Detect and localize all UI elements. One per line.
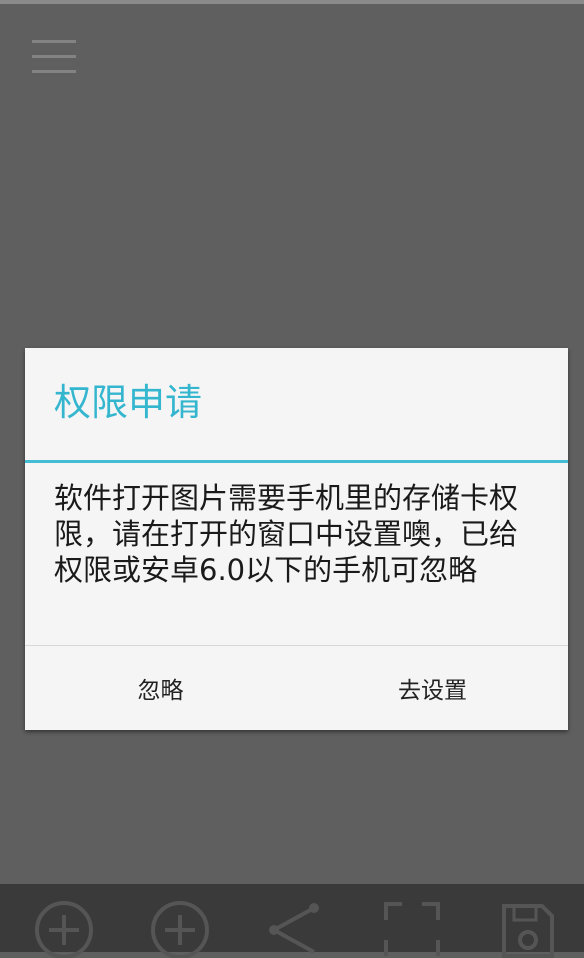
share-icon[interactable] [262,898,326,958]
ignore-button[interactable]: 忽略 [25,646,296,730]
save-icon[interactable] [496,898,560,958]
dialog-title-divider [25,460,568,463]
add-icon[interactable] [148,898,212,958]
dialog-message: 软件打开图片需要手机里的存储卡权限，请在打开的窗口中设置噢，已给权限或安卓6.0… [54,481,519,587]
bottom-toolbar [0,884,584,958]
dialog-title: 权限申请 [54,381,202,424]
hamburger-menu-icon[interactable] [32,38,76,76]
status-bar-edge [0,0,584,4]
go-to-settings-button[interactable]: 去设置 [297,646,568,730]
zoom-in-icon[interactable] [32,898,96,958]
crop-icon[interactable] [380,898,444,958]
permission-dialog: 权限申请 软件打开图片需要手机里的存储卡权限，请在打开的窗口中设置噢，已给权限或… [25,348,568,730]
